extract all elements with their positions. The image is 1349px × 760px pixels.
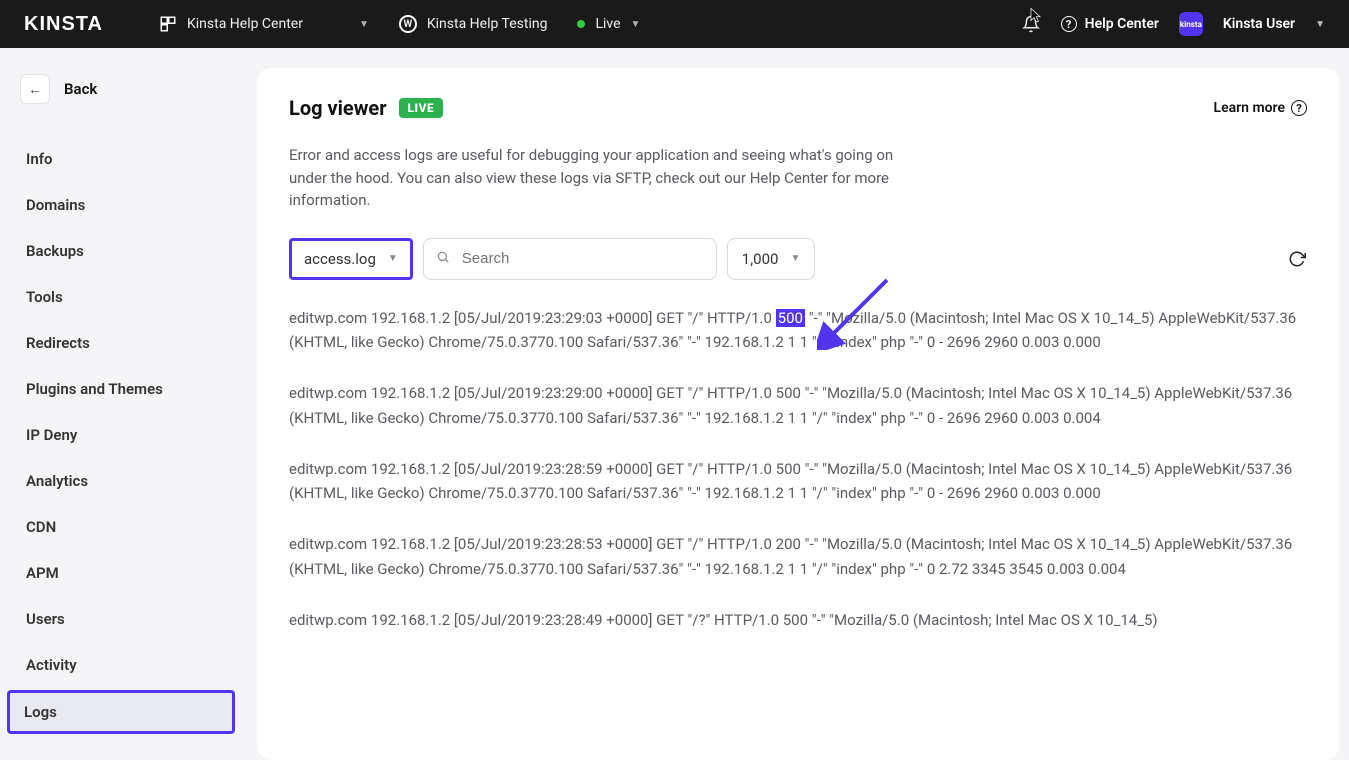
learn-more-link[interactable]: Learn more ? — [1214, 100, 1307, 116]
site-dropdown-label: Kinsta Help Center — [187, 16, 303, 32]
search-icon — [436, 250, 450, 268]
back-button[interactable]: ← Back — [20, 74, 247, 104]
env-label: Live — [595, 16, 620, 32]
sidebar-item-analytics[interactable]: Analytics — [10, 460, 247, 502]
logo: KINSTA — [24, 13, 103, 36]
sidebar-item-activity[interactable]: Activity — [10, 644, 247, 686]
log-entry: editwp.com 192.168.1.2 [05/Jul/2019:23:2… — [289, 532, 1307, 582]
topbar: KINSTA Kinsta Help Center ▼ W Kinsta Hel… — [0, 0, 1349, 48]
app-dropdown-label: Kinsta Help Testing — [427, 16, 548, 32]
sidebar-item-apm[interactable]: APM — [10, 552, 247, 594]
chevron-down-icon[interactable]: ▼ — [1315, 19, 1325, 30]
highlighted-status: 500 — [776, 309, 805, 327]
chevron-down-icon: ▼ — [359, 19, 369, 30]
content: Log viewer LIVE Learn more ? Error and a… — [257, 68, 1339, 760]
sidebar-item-info[interactable]: Info — [10, 138, 247, 180]
log-file-select[interactable]: access.log ▼ — [289, 238, 413, 280]
intro-text: Error and access logs are useful for deb… — [289, 144, 929, 212]
avatar[interactable]: kinsta — [1179, 12, 1203, 36]
back-label: Back — [64, 80, 97, 98]
help-center-label: Help Center — [1085, 16, 1159, 32]
help-icon: ? — [1291, 100, 1307, 116]
refresh-button[interactable] — [1287, 249, 1307, 269]
sidebar-nav: InfoDomainsBackupsToolsRedirectsPlugins … — [10, 138, 247, 734]
count-value: 1,000 — [742, 250, 779, 268]
user-name: Kinsta User — [1223, 16, 1295, 32]
topbar-right: ? Help Center kinsta Kinsta User ▼ — [1021, 12, 1325, 36]
sidebar-item-users[interactable]: Users — [10, 598, 247, 640]
sidebar-item-tools[interactable]: Tools — [10, 276, 247, 318]
sidebar-item-domains[interactable]: Domains — [10, 184, 247, 226]
help-icon: ? — [1061, 16, 1077, 32]
page-title: Log viewer — [289, 96, 387, 120]
environment-dropdown[interactable]: Live ▼ — [577, 16, 640, 32]
page-header: Log viewer LIVE Learn more ? — [289, 96, 1307, 120]
help-center-link[interactable]: ? Help Center — [1061, 16, 1159, 32]
sidebar-item-redirects[interactable]: Redirects — [10, 322, 247, 364]
sidebar: ← Back InfoDomainsBackupsToolsRedirectsP… — [0, 48, 257, 760]
log-entry: editwp.com 192.168.1.2 [05/Jul/2019:23:2… — [289, 306, 1307, 356]
sidebar-item-plugins-and-themes[interactable]: Plugins and Themes — [10, 368, 247, 410]
sites-icon — [159, 15, 177, 33]
app-dropdown[interactable]: W Kinsta Help Testing — [399, 15, 548, 33]
wordpress-icon: W — [399, 15, 417, 33]
chevron-down-icon: ▼ — [631, 19, 641, 30]
sidebar-item-logs[interactable]: Logs — [7, 690, 235, 734]
controls-row: access.log ▼ 1,000 ▼ — [289, 238, 1307, 280]
count-select[interactable]: 1,000 ▼ — [727, 238, 816, 280]
notifications-icon[interactable] — [1021, 14, 1041, 34]
sidebar-item-ip-deny[interactable]: IP Deny — [10, 414, 247, 456]
log-entries: editwp.com 192.168.1.2 [05/Jul/2019:23:2… — [289, 306, 1307, 633]
sidebar-item-backups[interactable]: Backups — [10, 230, 247, 272]
log-entry: editwp.com 192.168.1.2 [05/Jul/2019:23:2… — [289, 381, 1307, 431]
chevron-down-icon: ▼ — [388, 253, 398, 264]
live-badge: LIVE — [399, 98, 444, 118]
log-entry: editwp.com 192.168.1.2 [05/Jul/2019:23:2… — [289, 457, 1307, 507]
sidebar-item-cdn[interactable]: CDN — [10, 506, 247, 548]
log-search — [423, 238, 717, 280]
log-file-value: access.log — [304, 250, 376, 268]
learn-more-label: Learn more — [1214, 100, 1285, 116]
site-dropdown[interactable]: Kinsta Help Center ▼ — [159, 15, 369, 33]
back-arrow-icon: ← — [20, 74, 50, 104]
log-entry: editwp.com 192.168.1.2 [05/Jul/2019:23:2… — [289, 608, 1307, 633]
search-input[interactable] — [423, 238, 717, 280]
live-dot-icon — [577, 20, 585, 28]
chevron-down-icon: ▼ — [790, 253, 800, 264]
